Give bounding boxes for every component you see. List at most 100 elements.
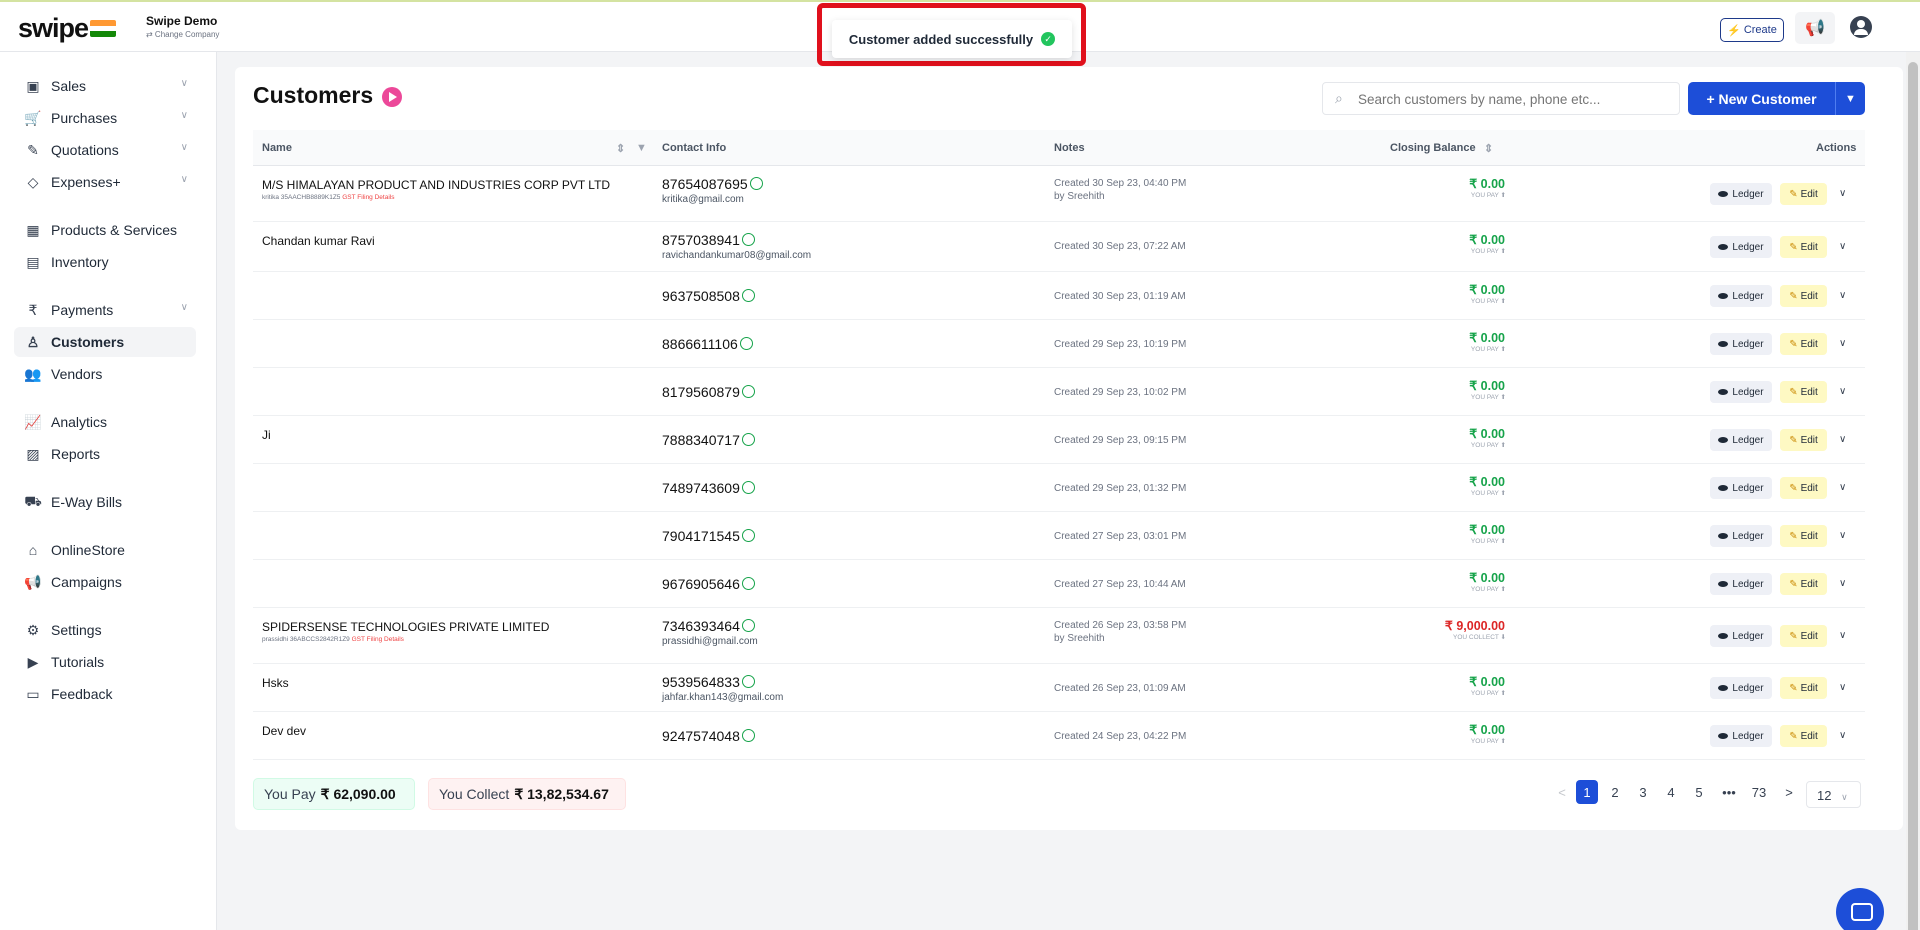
ledger-button[interactable]: Ledger [1710, 477, 1772, 499]
edit-button[interactable]: ✎ Edit [1780, 573, 1827, 595]
ledger-button[interactable]: Ledger [1710, 381, 1772, 403]
whatsapp-icon[interactable] [749, 177, 763, 190]
row-expand-chevron-icon[interactable]: ∨ [1839, 530, 1846, 541]
sidebar-item-vendors[interactable]: 👥 Vendors [14, 359, 196, 389]
edit-button[interactable]: ✎ Edit [1780, 333, 1827, 355]
table-row[interactable]: 8179560879 Created 29 Sep 23, 10:02 PM ₹ 0… [253, 368, 1865, 416]
ledger-button[interactable]: Ledger [1710, 677, 1772, 699]
chevron-down-icon[interactable]: ▼ [1835, 82, 1865, 115]
edit-button[interactable]: ✎ Edit [1780, 725, 1827, 747]
customer-name[interactable]: M/S HIMALAYAN PRODUCT AND INDUSTRIES COR… [262, 178, 610, 192]
chevron-down-icon[interactable]: ∨ [181, 174, 188, 185]
customer-name[interactable]: SPIDERSENSE TECHNOLOGIES PRIVATE LIMITED [262, 620, 549, 634]
filter-icon[interactable]: ▼ [636, 142, 647, 154]
row-expand-chevron-icon[interactable]: ∨ [1839, 188, 1846, 199]
customer-name[interactable]: Chandan kumar Ravi [262, 234, 375, 248]
row-expand-chevron-icon[interactable]: ∨ [1839, 482, 1846, 493]
scrollbar-thumb[interactable] [1908, 62, 1918, 930]
edit-button[interactable]: ✎ Edit [1780, 285, 1827, 307]
page-button-73[interactable]: 73 [1748, 780, 1770, 804]
company-switcher[interactable]: Swipe Demo ⇄ Change Company [146, 14, 219, 39]
table-row[interactable]: 9637508508 Created 30 Sep 23, 01:19 AM ₹ 0… [253, 272, 1865, 320]
user-account-icon[interactable] [1850, 16, 1872, 38]
table-row[interactable]: Chandan kumar Ravi 8757038941 ravichandank… [253, 222, 1865, 272]
sidebar-item-campaigns[interactable]: 📢 Campaigns [14, 567, 196, 597]
customer-name[interactable]: Ji [262, 428, 271, 442]
table-row[interactable]: 7904171545 Created 27 Sep 23, 03:01 PM ₹ 0… [253, 512, 1865, 560]
table-row[interactable]: 9676905646 Created 27 Sep 23, 10:44 AM ₹ 0… [253, 560, 1865, 608]
ledger-button[interactable]: Ledger [1710, 429, 1772, 451]
table-row[interactable]: Hsks 9539564833 jahfar.khan143@gmail.com Cr… [253, 664, 1865, 712]
sidebar-item-products-services[interactable]: ▦ Products & Services [14, 215, 196, 245]
ledger-button[interactable]: Ledger [1710, 573, 1772, 595]
new-customer-button[interactable]: + New Customer ▼ [1688, 82, 1865, 115]
edit-button[interactable]: ✎ Edit [1780, 381, 1827, 403]
sidebar-item-inventory[interactable]: ▤ Inventory [14, 247, 196, 277]
edit-button[interactable]: ✎ Edit [1780, 429, 1827, 451]
page-button-3[interactable]: 3 [1632, 780, 1654, 804]
whatsapp-icon[interactable] [741, 433, 755, 446]
row-expand-chevron-icon[interactable]: ∨ [1839, 630, 1846, 641]
sort-balance-icon[interactable]: ⇕ [1484, 142, 1493, 155]
edit-button[interactable]: ✎ Edit [1780, 677, 1827, 699]
chat-support-icon[interactable] [1836, 888, 1884, 930]
row-expand-chevron-icon[interactable]: ∨ [1839, 730, 1846, 741]
ledger-button[interactable]: Ledger [1710, 183, 1772, 205]
page-button-1[interactable]: 1 [1576, 780, 1598, 804]
gst-filing-link[interactable]: GST Filing Details [352, 636, 404, 643]
whatsapp-icon[interactable] [741, 619, 755, 632]
edit-button[interactable]: ✎ Edit [1780, 525, 1827, 547]
ledger-button[interactable]: Ledger [1710, 525, 1772, 547]
sidebar-item-payments[interactable]: ₹ Payments ∨ [14, 295, 196, 325]
edit-button[interactable]: ✎ Edit [1780, 236, 1827, 258]
customer-name[interactable]: Dev dev [262, 724, 306, 738]
row-expand-chevron-icon[interactable]: ∨ [1839, 682, 1846, 693]
whatsapp-icon[interactable] [741, 577, 755, 590]
prev-page-icon[interactable]: < [1555, 780, 1569, 804]
sidebar-item-customers[interactable]: ♙ Customers [14, 327, 196, 357]
table-row[interactable]: 8866611106 Created 29 Sep 23, 10:19 PM ₹ 0… [253, 320, 1865, 368]
whatsapp-icon[interactable] [741, 675, 755, 688]
row-expand-chevron-icon[interactable]: ∨ [1839, 578, 1846, 589]
ledger-button[interactable]: Ledger [1710, 725, 1772, 747]
sidebar-item-settings[interactable]: ⚙ Settings [14, 615, 196, 645]
edit-button[interactable]: ✎ Edit [1780, 477, 1827, 499]
chevron-down-icon[interactable]: ∨ [181, 142, 188, 153]
customer-name[interactable]: Hsks [262, 676, 289, 690]
whatsapp-icon[interactable] [741, 481, 755, 494]
whatsapp-icon[interactable] [741, 233, 755, 246]
table-row[interactable]: Dev dev 9247574048 Created 24 Sep 23, 04:2… [253, 712, 1865, 760]
whatsapp-icon[interactable] [741, 529, 755, 542]
row-expand-chevron-icon[interactable]: ∨ [1839, 290, 1846, 301]
search-box[interactable]: ⌕ [1322, 82, 1680, 115]
ledger-button[interactable]: Ledger [1710, 236, 1772, 258]
sidebar-item-tutorials[interactable]: ▶ Tutorials [14, 647, 196, 677]
whatsapp-icon[interactable] [741, 385, 755, 398]
ledger-button[interactable]: Ledger [1710, 625, 1772, 647]
scrollbar[interactable] [1906, 52, 1920, 930]
page-button-5[interactable]: 5 [1688, 780, 1710, 804]
table-row[interactable]: SPIDERSENSE TECHNOLOGIES PRIVATE LIMITED… [253, 608, 1865, 664]
ledger-button[interactable]: Ledger [1710, 285, 1772, 307]
sidebar-item-feedback[interactable]: ▭ Feedback [14, 679, 196, 709]
announcements-button[interactable]: 📢 [1795, 12, 1835, 44]
page-button-2[interactable]: 2 [1604, 780, 1626, 804]
ledger-button[interactable]: Ledger [1710, 333, 1772, 355]
play-video-icon[interactable] [382, 87, 402, 107]
table-row[interactable]: M/S HIMALAYAN PRODUCT AND INDUSTRIES COR… [253, 166, 1865, 222]
whatsapp-icon[interactable] [741, 289, 755, 302]
header-balance[interactable]: Closing Balance [1390, 142, 1476, 154]
search-input[interactable] [1358, 89, 1668, 109]
swipe-logo[interactable]: swipe [18, 13, 89, 44]
row-expand-chevron-icon[interactable]: ∨ [1839, 434, 1846, 445]
sidebar-item-quotations[interactable]: ✎ Quotations ∨ [14, 135, 196, 165]
sidebar-item-onlinestore[interactable]: ⌂ OnlineStore [14, 535, 196, 565]
sidebar-item-sales[interactable]: ▣ Sales ∨ [14, 71, 196, 101]
chevron-down-icon[interactable]: ∨ [181, 110, 188, 121]
whatsapp-icon[interactable] [739, 337, 753, 350]
chevron-down-icon[interactable]: ∨ [181, 78, 188, 89]
edit-button[interactable]: ✎ Edit [1780, 183, 1827, 205]
gst-filing-link[interactable]: GST Filing Details [342, 194, 394, 201]
next-page-icon[interactable]: > [1782, 780, 1796, 804]
row-expand-chevron-icon[interactable]: ∨ [1839, 241, 1846, 252]
